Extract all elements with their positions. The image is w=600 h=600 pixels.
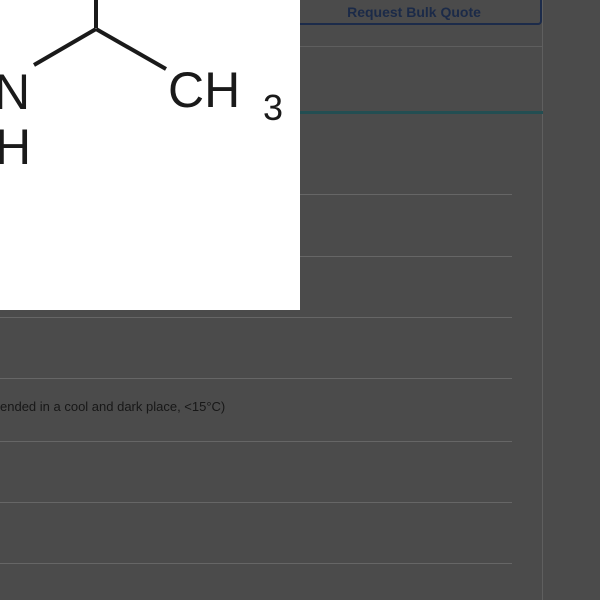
request-bulk-quote-button[interactable]: Request Bulk Quote xyxy=(286,0,542,25)
row-divider xyxy=(0,317,512,318)
storage-condition-text: ended in a cool and dark place, <15°C) xyxy=(0,399,226,414)
atom-label-n: N xyxy=(0,64,30,120)
atom-label-ch: CH xyxy=(168,62,240,118)
bond-line xyxy=(32,27,98,67)
atom-label-subscript: 3 xyxy=(263,87,283,128)
row-divider xyxy=(0,441,512,442)
row-divider xyxy=(0,378,512,379)
row-divider xyxy=(0,563,512,564)
top-divider xyxy=(286,46,542,47)
row-divider xyxy=(0,502,512,503)
atom-label-h: H xyxy=(0,119,31,175)
bond-line xyxy=(95,27,167,71)
product-page: Request Bulk Quote ended in a cool and d… xyxy=(0,0,600,600)
chemical-structure-image: N H CH 3 xyxy=(0,0,300,310)
chemical-structure-diagram: N H CH 3 xyxy=(0,0,283,175)
